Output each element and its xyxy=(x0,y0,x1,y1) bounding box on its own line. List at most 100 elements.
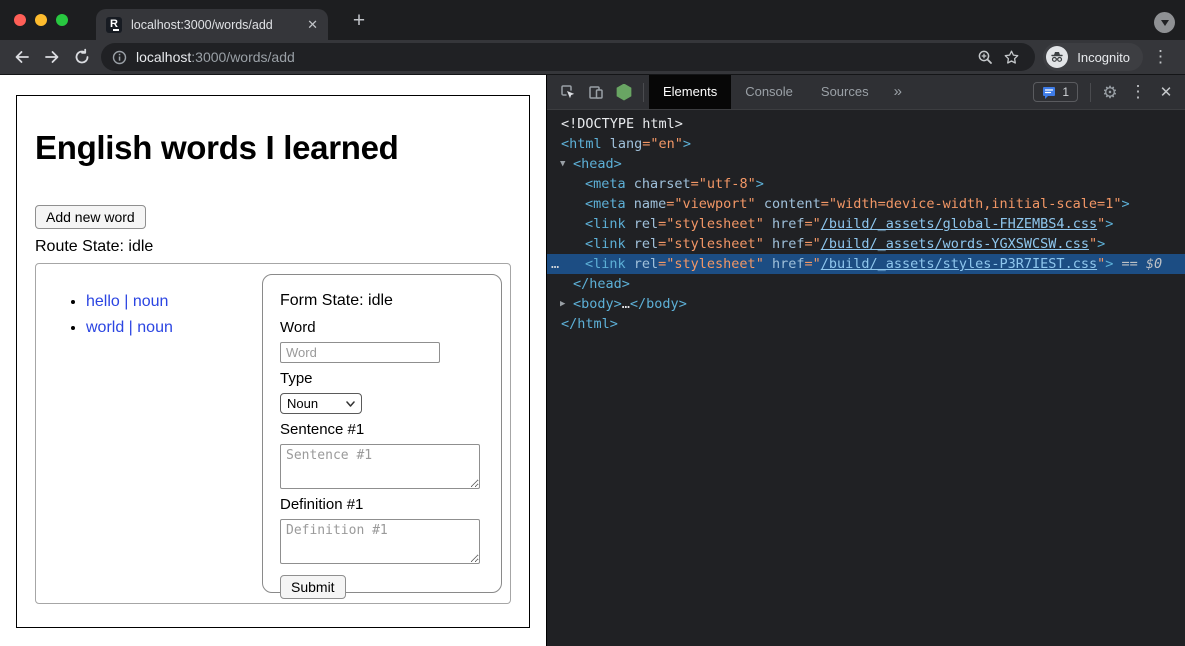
disclosure-expanded-icon[interactable]: ▼ xyxy=(560,154,565,174)
dom-node-row[interactable]: <meta charset="utf-8"> xyxy=(547,174,1185,194)
code-token: href xyxy=(764,216,805,232)
definition-textarea[interactable] xyxy=(280,519,480,564)
issues-bubble-icon xyxy=(1042,86,1056,99)
zoom-in-icon xyxy=(977,49,994,66)
word-input[interactable] xyxy=(280,342,440,363)
devtools-tab-console[interactable]: Console xyxy=(731,75,807,109)
devtools-toolbar: ElementsConsoleSources » 1 ⚙ ⋮ ✕ xyxy=(547,75,1185,110)
code-token: =" xyxy=(804,216,820,232)
code-token: /build/_assets/global-FHZEMBS4.css xyxy=(821,216,1097,232)
code-token: href xyxy=(764,256,805,272)
devtools-toolbar-right: 1 ⚙ ⋮ ✕ xyxy=(1033,78,1185,106)
dom-node-row[interactable]: …<link rel="stylesheet" href="/build/_as… xyxy=(547,254,1185,274)
dom-node-row[interactable]: </html> xyxy=(547,314,1185,334)
devtools-tab-elements[interactable]: Elements xyxy=(649,75,731,109)
more-tabs-button[interactable]: » xyxy=(883,75,913,109)
dom-node-row[interactable]: <html lang="en"> xyxy=(547,134,1185,154)
code-token: ="viewport" xyxy=(666,196,755,212)
sentence-textarea[interactable] xyxy=(280,444,480,489)
browser-menu-button[interactable]: ⋮ xyxy=(1143,47,1178,67)
code-token: =" xyxy=(804,236,820,252)
code-token: =" xyxy=(804,256,820,272)
dom-node-row[interactable]: ▼<head> xyxy=(547,154,1185,174)
device-toolbar-icon xyxy=(587,83,605,101)
close-window-icon[interactable] xyxy=(14,14,26,26)
word-link[interactable]: hello | noun xyxy=(86,293,168,310)
code-token: ="width=device-width,initial-scale=1" xyxy=(821,196,1122,212)
code-token: ="stylesheet" xyxy=(658,256,764,272)
content-area: English words I learned Add new word Rou… xyxy=(0,75,1185,646)
page-info-icon[interactable] xyxy=(112,50,127,65)
submit-button[interactable]: Submit xyxy=(280,575,346,599)
back-button[interactable] xyxy=(7,42,37,72)
toolbar-divider xyxy=(1090,83,1091,102)
tab-search-button[interactable] xyxy=(1154,12,1175,33)
code-token: ="stylesheet" xyxy=(658,216,764,232)
inspect-element-button[interactable] xyxy=(554,78,582,106)
devtools-close-button[interactable]: ✕ xyxy=(1152,78,1180,106)
code-token: </head> xyxy=(573,276,630,292)
code-token: content xyxy=(756,196,821,212)
add-word-form: Form State: idle Word Type Noun Sentence… xyxy=(262,274,502,593)
dom-node-row[interactable]: <link rel="stylesheet" href="/build/_ass… xyxy=(547,234,1185,254)
incognito-icon xyxy=(1046,46,1068,68)
bookmark-button[interactable] xyxy=(998,44,1024,70)
type-select[interactable]: Noun xyxy=(280,393,362,414)
code-token: > xyxy=(1097,236,1105,252)
code-token: href xyxy=(764,236,805,252)
devtools-settings-button[interactable]: ⚙ xyxy=(1096,78,1124,106)
issues-count: 1 xyxy=(1062,85,1069,99)
dom-node-row[interactable]: </head> xyxy=(547,274,1185,294)
dom-node-row[interactable]: <!DOCTYPE html> xyxy=(547,114,1185,134)
maximize-window-icon[interactable] xyxy=(56,14,68,26)
window-controls xyxy=(14,14,68,26)
code-token: == $0 xyxy=(1113,256,1162,272)
forward-button[interactable] xyxy=(37,42,67,72)
tab-strip: R localhost:3000/words/add ✕ + xyxy=(0,0,1185,40)
page-container: English words I learned Add new word Rou… xyxy=(16,95,530,628)
page-title: English words I learned xyxy=(35,129,511,167)
dom-node-row[interactable]: <meta name="viewport" content="width=dev… xyxy=(547,194,1185,214)
code-token: lang xyxy=(602,136,643,152)
reload-icon xyxy=(73,48,91,66)
zoom-level-button[interactable] xyxy=(972,44,998,70)
devtools-menu-button[interactable]: ⋮ xyxy=(1124,78,1152,106)
inspect-cursor-icon xyxy=(559,83,577,101)
code-token: " xyxy=(1089,236,1097,252)
issues-button[interactable]: 1 xyxy=(1033,82,1078,102)
definition-field-label: Definition #1 xyxy=(280,496,484,513)
devtools-tab-sources[interactable]: Sources xyxy=(807,75,883,109)
code-token: > xyxy=(1121,196,1129,212)
code-token: /build/_assets/words-YGXSWCSW.css xyxy=(821,236,1089,252)
back-arrow-icon xyxy=(13,48,31,66)
browser-toolbar: localhost:3000/words/add xyxy=(0,40,1185,75)
add-new-word-button[interactable]: Add new word xyxy=(35,205,146,229)
code-token: > xyxy=(756,176,764,192)
code-token: </body> xyxy=(630,296,687,312)
disclosure-collapsed-icon[interactable]: ▶ xyxy=(560,294,565,314)
node-menu-dots-icon[interactable]: … xyxy=(551,254,559,274)
dom-node-row[interactable]: ▶<body>…</body> xyxy=(547,294,1185,314)
reload-button[interactable] xyxy=(67,42,97,72)
new-tab-button[interactable]: + xyxy=(345,8,373,36)
address-bar[interactable]: localhost:3000/words/add xyxy=(101,43,1035,71)
code-token: name xyxy=(626,196,667,212)
word-link[interactable]: world | noun xyxy=(86,319,173,336)
code-token: <link xyxy=(585,236,626,252)
star-icon xyxy=(1003,49,1020,66)
remix-favicon-icon: R xyxy=(106,17,122,33)
code-token: " xyxy=(1097,256,1105,272)
incognito-label: Incognito xyxy=(1077,50,1130,65)
code-token: rel xyxy=(626,236,659,252)
code-token: ="utf-8" xyxy=(691,176,756,192)
dom-node-row[interactable]: <link rel="stylesheet" href="/build/_ass… xyxy=(547,214,1185,234)
type-field-label: Type xyxy=(280,370,484,387)
tab-close-icon[interactable]: ✕ xyxy=(307,18,318,31)
device-toolbar-button[interactable] xyxy=(582,78,610,106)
url-text[interactable]: localhost:3000/words/add xyxy=(136,49,972,65)
minimize-window-icon[interactable] xyxy=(35,14,47,26)
browser-tab[interactable]: R localhost:3000/words/add ✕ xyxy=(96,9,328,40)
extension-button[interactable] xyxy=(610,78,638,106)
devtools-panel: ElementsConsoleSources » 1 ⚙ ⋮ ✕ xyxy=(546,75,1185,646)
dom-tree: <!DOCTYPE html><html lang="en">▼<head><m… xyxy=(547,110,1185,646)
